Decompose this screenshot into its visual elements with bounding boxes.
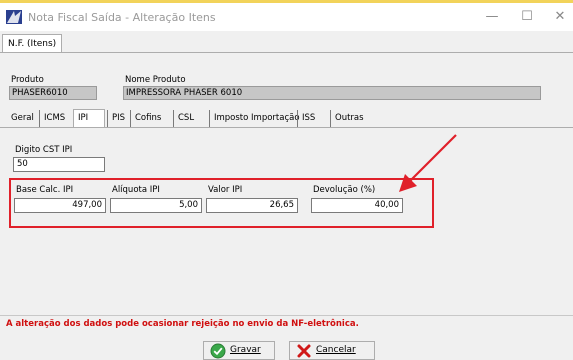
valor-ipi-input[interactable]: 26,65	[206, 198, 298, 213]
gravar-button-label: Gravar	[230, 345, 261, 355]
cst-ipi-label: Digito CST IPI	[15, 145, 73, 155]
tax-tab-divider	[0, 127, 573, 128]
tab-iss[interactable]: ISS	[297, 110, 315, 128]
gravar-button[interactable]: Gravar	[203, 341, 275, 360]
base-calc-ipi-label: Base Calc. IPI	[16, 185, 74, 195]
tab-pis[interactable]: PIS	[107, 110, 125, 128]
red-arrow-icon	[399, 134, 457, 192]
devolucao-input[interactable]: 40,00	[311, 198, 403, 213]
tab-imposto-importacao[interactable]: Imposto Importação	[209, 110, 300, 128]
title-bar: Nota Fiscal Saída - Alteração Itens — ☐ …	[0, 3, 573, 31]
tab-cofins[interactable]: Cofins	[130, 110, 161, 128]
tab-nf-itens[interactable]: N.F. (Itens)	[2, 34, 63, 53]
window-title: Nota Fiscal Saída - Alteração Itens	[28, 11, 216, 24]
maximize-button[interactable]: ☐	[515, 8, 539, 26]
cst-ipi-input[interactable]: 50	[13, 157, 105, 172]
aliquota-ipi-input[interactable]: 5,00	[110, 198, 202, 213]
cancelar-button[interactable]: Cancelar	[289, 341, 375, 360]
tab-icms[interactable]: ICMS	[39, 110, 65, 128]
produto-field[interactable]: PHASER6010	[9, 86, 97, 100]
minimize-button[interactable]: —	[480, 8, 504, 26]
nome-produto-label: Nome Produto	[125, 75, 186, 85]
close-button[interactable]: ✕	[548, 8, 572, 26]
devolucao-label: Devolução (%)	[313, 185, 376, 195]
base-calc-ipi-input[interactable]: 497,00	[14, 198, 106, 213]
tax-tab-strip: Geral ICMS IPI PIS Cofins CSL Imposto Im…	[0, 109, 573, 128]
outer-tab-strip: N.F. (Itens)	[0, 31, 573, 53]
nome-produto-field[interactable]: IMPRESSORA PHASER 6010	[123, 86, 541, 100]
warning-message: A alteração dos dados pode ocasionar rej…	[6, 319, 359, 329]
x-mark-icon	[297, 344, 311, 357]
outer-tab-divider	[0, 52, 573, 53]
footer-divider	[0, 315, 573, 316]
check-circle-icon	[210, 343, 226, 358]
produto-label: Produto	[11, 75, 44, 85]
tab-csl[interactable]: CSL	[173, 110, 194, 128]
tab-ipi[interactable]: IPI	[73, 109, 105, 128]
cancelar-button-label: Cancelar	[316, 345, 356, 355]
app-logo-icon	[6, 10, 22, 24]
tab-geral[interactable]: Geral	[7, 110, 34, 128]
tab-outras[interactable]: Outras	[330, 110, 364, 128]
aliquota-ipi-label: Alíquota IPI	[112, 185, 160, 195]
valor-ipi-label: Valor IPI	[208, 185, 243, 195]
